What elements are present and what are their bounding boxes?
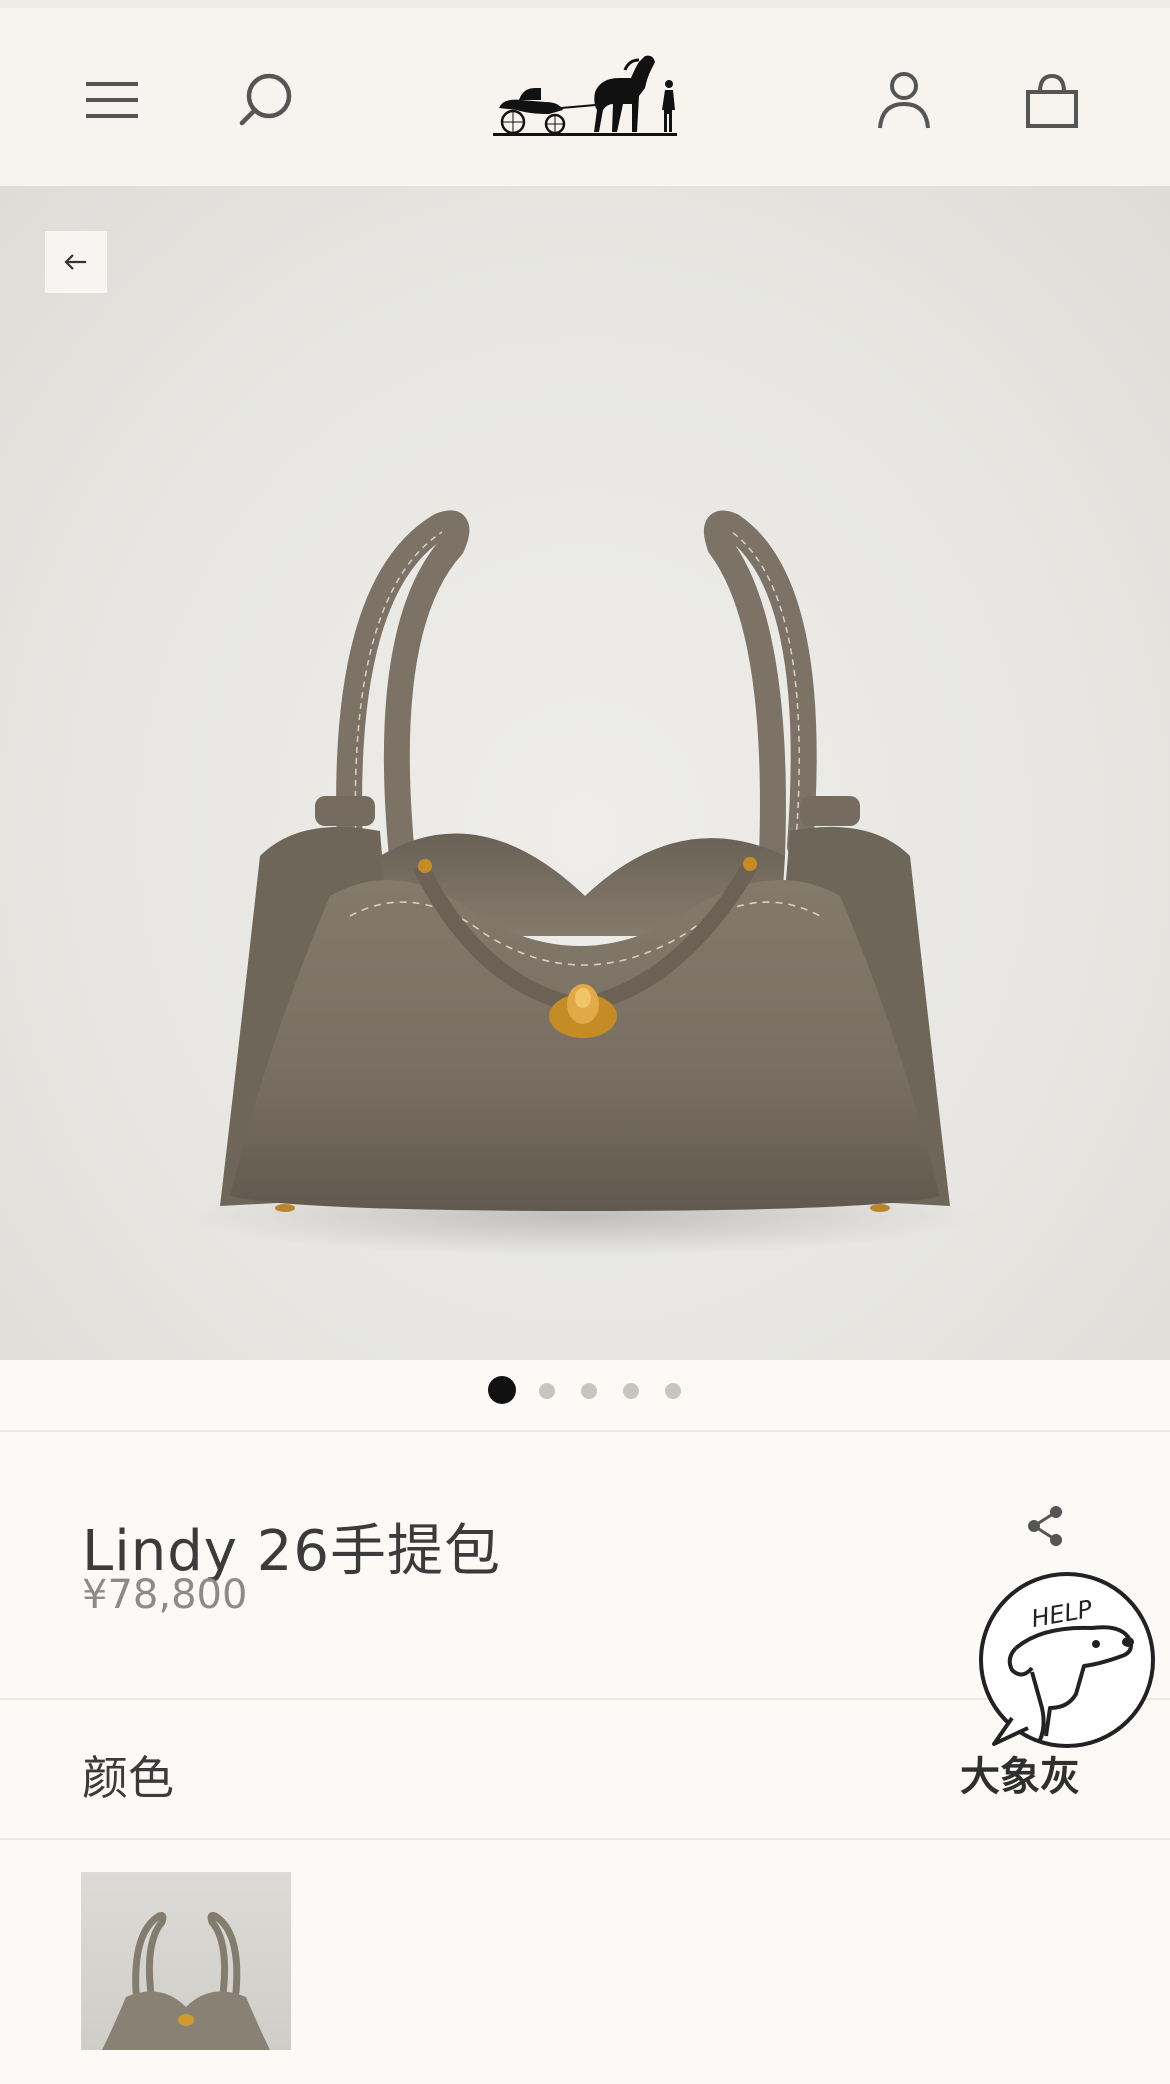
product-image-gallery[interactable] xyxy=(0,186,1170,1360)
carousel-dot-3[interactable] xyxy=(581,1383,597,1399)
arrow-left-icon xyxy=(64,254,86,270)
help-chat-button[interactable]: HELP xyxy=(972,1568,1162,1758)
carousel-dot-4[interactable] xyxy=(623,1383,639,1399)
carousel-dot-2[interactable] xyxy=(539,1383,555,1399)
product-price: ¥78,800 xyxy=(82,1572,248,1618)
share-icon xyxy=(1028,1506,1062,1546)
divider xyxy=(0,1838,1170,1840)
search-button[interactable] xyxy=(233,68,297,132)
status-strip xyxy=(0,0,1170,8)
bag-thumbnail xyxy=(101,1912,271,2050)
horse-carriage-logo xyxy=(493,55,677,136)
product-page: Lindy 26手提包 ¥78,800 颜色 大象灰 HELP xyxy=(0,0,1170,2084)
carousel-dot-1[interactable] xyxy=(488,1376,516,1404)
brand-logo[interactable] xyxy=(489,48,681,144)
user-account-icon xyxy=(878,72,930,129)
color-swatch-elephant-grey[interactable] xyxy=(81,1872,291,2050)
product-photo xyxy=(180,510,980,1256)
divider xyxy=(0,1430,1170,1432)
menu-button[interactable] xyxy=(80,68,144,132)
top-header xyxy=(0,8,1170,186)
help-dog-icon: HELP xyxy=(979,1572,1155,1748)
cart-button[interactable] xyxy=(1020,68,1084,132)
carousel-dot-5[interactable] xyxy=(665,1383,681,1399)
hamburger-menu-icon xyxy=(86,82,138,118)
color-label: 颜色 xyxy=(82,1751,174,1805)
share-button[interactable] xyxy=(1020,1500,1072,1552)
search-icon xyxy=(239,73,292,126)
shopping-bag-icon xyxy=(1026,73,1078,128)
back-button[interactable] xyxy=(45,231,107,293)
account-button[interactable] xyxy=(872,68,936,132)
